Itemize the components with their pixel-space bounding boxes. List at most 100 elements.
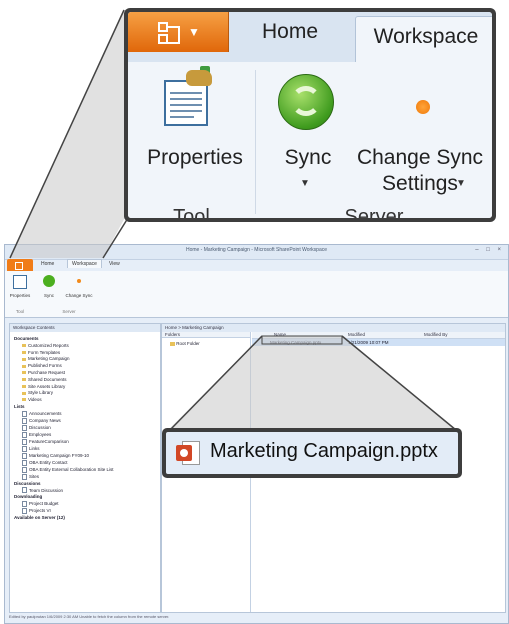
office-file-menu-icon [158, 22, 180, 44]
tree-item[interactable]: FeatureComparison [14, 439, 114, 446]
zoomed-ribbon-inner: ▼ Home Workspace Properties Sync ▼ Chang… [128, 12, 492, 218]
tree-item[interactable]: OBA Entity External Collaboration Site L… [14, 467, 114, 474]
tree-item[interactable]: Projects VI [14, 508, 114, 515]
change-sync-settings-label-line2[interactable]: Settings [350, 172, 490, 196]
tree-item[interactable]: Documents [14, 336, 114, 343]
folder-icon [170, 341, 175, 346]
root-folder-label: Root Folder [176, 341, 200, 346]
tree-item[interactable]: Project Budget [14, 501, 114, 508]
root-folder-item[interactable]: Root Folder [170, 341, 200, 346]
small-ribbon-tabs: Home Workspace View [5, 259, 508, 271]
tree-item[interactable]: Lists [14, 404, 114, 411]
breadcrumb: Home > Marketing Campaign [162, 324, 505, 332]
properties-icon[interactable] [160, 66, 216, 128]
sync-button-label[interactable]: Sync [268, 146, 348, 170]
status-bar: Edited by paulprutan 1/6/2009 2:30 AM Un… [9, 614, 170, 619]
window-title: Home - Marketing Campaign - Microsoft Sh… [185, 247, 328, 253]
group-separator [255, 70, 256, 214]
group-label-tool: Tool [173, 206, 210, 218]
tree-item-label: Style Library [22, 390, 53, 395]
small-file-button[interactable] [7, 259, 33, 271]
small-change-sync-label: Change Sync [65, 293, 93, 298]
tree-item-label: Project Budget [22, 501, 59, 506]
zoomed-file-row[interactable]: Marketing Campaign.pptx [166, 432, 458, 474]
powerpoint-file-icon [176, 441, 200, 465]
small-tab-workspace[interactable]: Workspace [67, 259, 102, 268]
small-group-server: Server [62, 309, 76, 314]
tree-item[interactable]: Purchase Request [14, 370, 114, 377]
tree-item[interactable]: Site Assets Library [14, 384, 114, 391]
small-ribbon: Properties Sync Change Sync Tool Server [5, 271, 508, 318]
small-properties-label: Properties [9, 293, 31, 298]
tree-item-label: Customized Reports [22, 343, 69, 348]
tree-item-label: Shared Documents [22, 377, 67, 382]
small-tab-home[interactable]: Home [41, 261, 54, 267]
window-controls[interactable]: – □ × [475, 247, 504, 253]
tree-item[interactable]: Sites [14, 474, 114, 481]
tree-item[interactable]: Downloading [14, 494, 114, 501]
tree-item-label: Discussions [14, 480, 41, 486]
file-row-modified: 1/21/2009 10:07 PM [348, 340, 389, 345]
tree-item-label: Links [22, 446, 40, 451]
chevron-down-icon: ▼ [188, 25, 200, 39]
tree-item-label: Marketing Campaign FY09-10 [22, 453, 89, 458]
tree-item[interactable]: Links [14, 446, 114, 453]
column-modified-by[interactable]: Modified By [424, 332, 448, 338]
tree-item-label: Videos [22, 397, 42, 402]
tree-item-label: Discussion [22, 425, 51, 430]
file-menu-button[interactable]: ▼ [128, 12, 229, 52]
tree-item-label: OBA Entity External Collaboration Site L… [22, 467, 114, 472]
folders-header: Folders [162, 332, 250, 338]
ribbon-tab-bar: ▼ Home Workspace [128, 12, 492, 63]
tree-item[interactable]: Company News [14, 418, 114, 425]
tree-item[interactable]: Marketing Campaign FY09-10 [14, 453, 114, 460]
small-sync-label: Sync [43, 293, 54, 298]
tree-item[interactable]: Discussions [14, 481, 114, 488]
tree-item[interactable]: Form Templates [14, 350, 114, 357]
tree-item[interactable]: OBA Entity Contact [14, 460, 114, 467]
zoomed-file-callout: Marketing Campaign.pptx [162, 428, 462, 478]
small-group-tool: Tool [15, 309, 25, 314]
tree-item-label: Sites [22, 474, 39, 479]
tree-item-label: Projects VI [22, 508, 51, 513]
file-list-header: Name Modified Modified By [252, 332, 505, 339]
small-properties-icon[interactable] [13, 275, 27, 289]
change-sync-settings-label-line1[interactable]: Change Sync [350, 146, 490, 170]
tree-item-label: Site Assets Library [22, 384, 65, 389]
column-modified[interactable]: Modified [348, 332, 365, 338]
tree-item-label: OBA Entity Contact [22, 460, 68, 465]
window-titlebar: Home - Marketing Campaign - Microsoft Sh… [5, 245, 508, 260]
properties-button-label[interactable]: Properties [140, 146, 250, 170]
tree-item[interactable]: Employees [14, 432, 114, 439]
tree-item-label: Published Forms [22, 363, 62, 368]
ribbon-zoom-line-left [9, 9, 125, 259]
change-sync-settings-icon[interactable] [416, 100, 430, 114]
tab-workspace[interactable]: Workspace [355, 16, 492, 63]
tree-item[interactable]: Published Forms [14, 363, 114, 370]
tree-item[interactable]: Shared Documents [14, 377, 114, 384]
sync-dropdown-icon[interactable]: ▼ [300, 178, 310, 189]
tree-item[interactable]: Team Discussion [14, 487, 114, 494]
tree-item-label: Employees [22, 432, 51, 437]
small-tab-view[interactable]: View [109, 261, 120, 267]
tree-item[interactable]: Announcements [14, 411, 114, 418]
tree-item[interactable]: Style Library [14, 390, 114, 397]
small-change-sync-icon[interactable] [77, 279, 81, 283]
tree-item[interactable]: Customized Reports [14, 343, 114, 350]
small-sync-icon[interactable] [43, 275, 55, 287]
ribbon-body: Properties Sync ▼ Change Sync Settings ▼… [128, 62, 492, 218]
column-name[interactable]: Name [274, 332, 286, 338]
tab-home[interactable]: Home [228, 12, 352, 52]
change-sync-dropdown-icon[interactable]: ▼ [456, 178, 466, 189]
tree-item-label: Form Templates [22, 350, 60, 355]
tree-item[interactable]: Videos [14, 397, 114, 404]
sync-icon[interactable] [278, 74, 334, 130]
tree-item-label: Lists [14, 403, 25, 409]
tree-item-label: Announcements [22, 411, 62, 416]
tree-item[interactable]: Marketing Campaign [14, 356, 114, 363]
tree-item[interactable]: Discussion [14, 425, 114, 432]
tree-item-label: FeatureComparison [22, 439, 69, 444]
file-row-selected[interactable]: Marketing Campaign.pptx 1/21/2009 10:07 … [252, 339, 505, 346]
zoomed-ribbon: ▼ Home Workspace Properties Sync ▼ Chang… [124, 8, 496, 222]
tree-item[interactable]: Available on Server (12) [14, 515, 114, 522]
